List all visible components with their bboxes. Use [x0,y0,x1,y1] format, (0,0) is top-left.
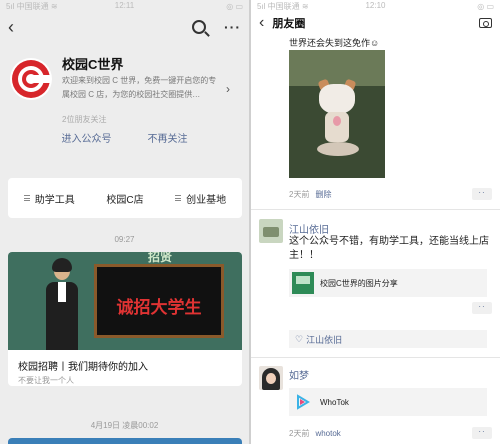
profile-header: 校园C世界 欢迎来到校园 C 世界，免费一键开启您的专属校园 C 店，为您的校园… [0,42,249,170]
blackboard-illustration: 诚招大学生 [94,264,224,338]
message-timestamp: 09:27 [114,235,135,244]
avatar[interactable] [259,219,283,243]
more-icon[interactable]: ··· [224,19,241,35]
menu-bars-icon [175,195,182,201]
menu-item-startup-base[interactable]: 创业基地 [175,191,226,206]
post-meta: 2天前 删除 [289,189,331,200]
message-timestamp: 4月19日 凌晨00:02 [90,421,159,430]
menu-bars-icon [23,195,30,201]
article-title: 校园招聘丨我们期待你的加入 [18,362,148,373]
post-text: 世界还会失到这免作☺ [289,38,380,48]
page-title: 朋友圈 [272,18,306,30]
menu-item-label: 助学工具 [34,194,75,206]
share-title: 校园C世界的图片分享 [320,278,398,288]
share-thumbnail [292,272,314,294]
back-icon[interactable]: ‹ [259,14,264,32]
status-bar: 5ıl 中国联通 ≋ 12:11 ◎ ▭ [0,0,249,12]
whotok-logo-icon [292,391,314,413]
post-time: 2天前 [289,429,310,438]
post-more-button[interactable]: ·· [472,427,492,439]
liker-name[interactable]: 江山依旧 [306,333,342,346]
person-illustration [42,256,82,350]
account-name: 校园C世界 [62,57,124,72]
banner-headline: 诚招大学生 [116,298,202,317]
article-card[interactable]: 招贤 诚招大学生 校园招聘丨我们期待你的加入 不要让我一个人 [8,252,242,386]
camera-icon[interactable] [479,18,492,28]
status-time: 12:10 [365,1,386,10]
post-divider [251,357,500,358]
status-bar: 5ıl 中国联通 ≋ 12:10 ◎ ▭ [251,0,500,12]
post-more-button[interactable]: ·· [472,188,492,200]
post-time: 2天前 [289,190,310,199]
shared-link-card[interactable]: WhoTok [289,388,487,416]
post-text: 这个公众号不错，有助学工具，还能当线上店主！！ [289,236,489,261]
post-author[interactable]: 如梦 [289,367,309,382]
friends-following: 2位朋友关注 [62,115,107,124]
shared-link-card[interactable]: 校园C世界的图片分享 [289,269,487,297]
share-title: WhoTok [320,397,349,407]
account-description: 欢迎来到校园 C 世界，免费一键开启您的专属校园 C 店，为您的校园社交圈提供… [62,76,217,99]
article-banner: 招贤 诚招大学生 [8,252,242,350]
avatar[interactable] [259,366,283,390]
profile-actions: 进入公众号 不再关注 [0,130,249,145]
article-subtitle: 不要让我一个人 [18,376,74,385]
likes-bar: ♡ 江山依旧 [289,330,487,348]
unfollow-button[interactable]: 不再关注 [148,130,188,145]
menu-item-study-tools[interactable]: 助学工具 [23,191,75,206]
search-icon[interactable] [192,20,206,34]
next-article-card[interactable] [8,438,242,444]
top-nav: ‹ ··· [0,12,249,42]
menu-item-label: 创业基地 [186,194,227,206]
account-logo [10,58,52,100]
official-account-profile-screen: 5ıl 中国联通 ≋ 12:11 ◎ ▭ ‹ ··· 校园C世界 欢迎来到校园 … [0,0,249,444]
menu-item-label: 校园C店 [106,194,144,206]
post-author[interactable]: 江山依旧 [289,221,329,236]
menu-item-campus-shop[interactable]: 校园C店 [106,191,143,206]
post-more-button[interactable]: ·· [472,302,492,314]
back-icon[interactable]: ‹ [8,17,20,37]
source-link[interactable]: whotok [315,429,340,438]
status-time: 12:11 [114,1,135,10]
top-nav: ‹ 朋友圈 [251,12,500,34]
heart-icon: ♡ [295,333,304,344]
c-logo-icon [12,60,51,98]
post-meta: 2天前 whotok [289,428,341,439]
enter-account-button[interactable]: 进入公众号 [62,130,112,145]
post-photo[interactable] [289,50,385,178]
chevron-right-icon[interactable]: › [226,82,230,96]
account-menu: 助学工具 校园C店 创业基地 [8,178,242,218]
delete-link[interactable]: 删除 [315,190,331,199]
post-divider [251,209,500,210]
